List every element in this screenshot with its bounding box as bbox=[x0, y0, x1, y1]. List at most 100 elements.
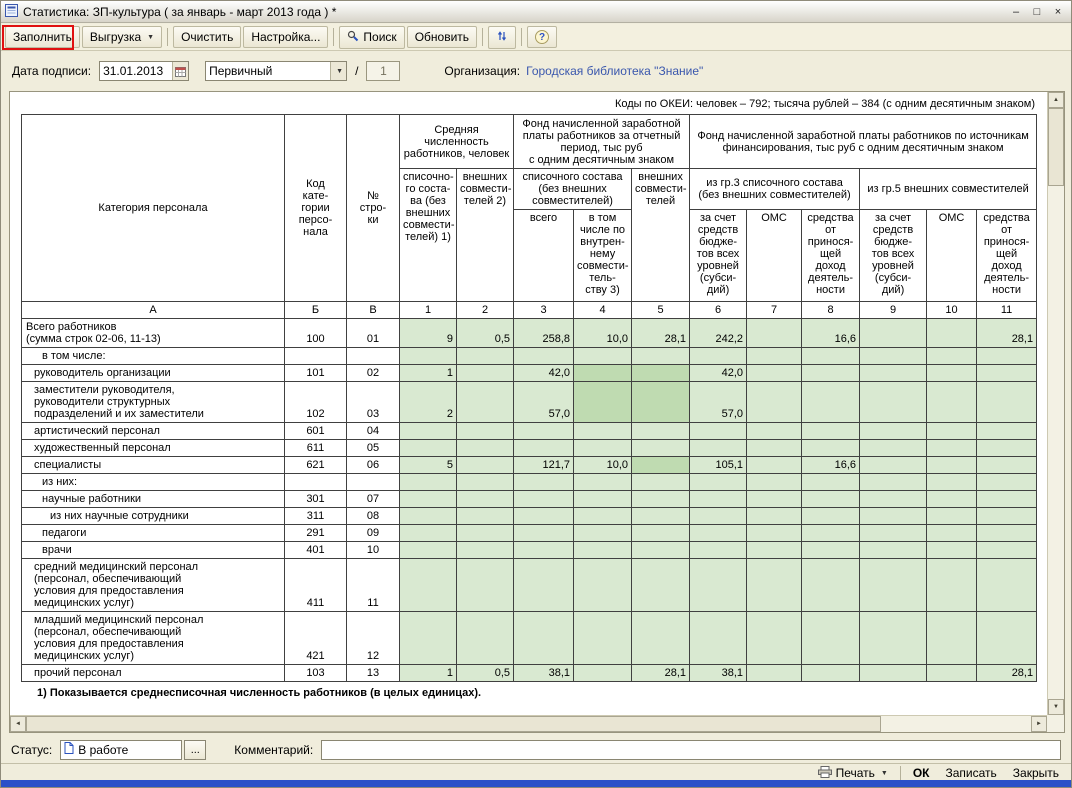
value-cell[interactable] bbox=[926, 611, 978, 665]
value-cell[interactable] bbox=[455, 524, 515, 542]
value-cell[interactable] bbox=[399, 490, 457, 508]
value-cell[interactable] bbox=[976, 611, 1038, 665]
status-more-button[interactable]: ... bbox=[184, 739, 207, 760]
code-cell[interactable] bbox=[284, 347, 347, 365]
signature-date-input[interactable]: 31.01.2013 bbox=[99, 61, 190, 81]
category-cell[interactable]: заместители руководителя, руководители с… bbox=[21, 381, 285, 423]
line-cell[interactable]: 01 bbox=[346, 318, 400, 348]
horizontal-scroll-thumb[interactable] bbox=[26, 716, 881, 732]
maximize-button[interactable]: □ bbox=[1028, 4, 1046, 20]
value-cell[interactable] bbox=[746, 318, 803, 348]
value-cell[interactable] bbox=[399, 473, 457, 491]
value-cell[interactable] bbox=[573, 490, 633, 508]
value-cell[interactable] bbox=[976, 439, 1038, 457]
value-cell[interactable]: 0,5 bbox=[455, 318, 515, 348]
value-cell[interactable] bbox=[455, 381, 515, 423]
value-cell[interactable] bbox=[513, 507, 575, 525]
ok-button[interactable]: ОК bbox=[909, 766, 934, 780]
print-button[interactable]: Печать ▼ bbox=[814, 765, 892, 781]
value-cell[interactable] bbox=[801, 611, 861, 665]
value-cell[interactable] bbox=[746, 364, 803, 382]
value-cell[interactable]: 28,1 bbox=[631, 318, 691, 348]
minimize-button[interactable]: – bbox=[1007, 4, 1025, 20]
value-cell[interactable] bbox=[455, 611, 515, 665]
value-cell[interactable] bbox=[689, 439, 748, 457]
value-cell[interactable] bbox=[746, 473, 803, 491]
value-cell[interactable]: 28,1 bbox=[976, 664, 1038, 682]
category-cell[interactable]: врачи bbox=[21, 541, 285, 559]
comment-input[interactable] bbox=[321, 739, 1061, 760]
scroll-up-icon[interactable]: ▲ bbox=[1048, 92, 1064, 108]
value-cell[interactable] bbox=[926, 439, 978, 457]
value-cell[interactable] bbox=[573, 524, 633, 542]
value-cell[interactable] bbox=[746, 381, 803, 423]
category-cell[interactable]: прочий персонал bbox=[21, 664, 285, 682]
value-cell[interactable] bbox=[689, 490, 748, 508]
value-cell[interactable] bbox=[859, 507, 928, 525]
value-cell[interactable] bbox=[513, 490, 575, 508]
value-cell[interactable] bbox=[631, 381, 691, 423]
category-cell[interactable]: художественный персонал bbox=[21, 439, 285, 457]
value-cell[interactable]: 9 bbox=[399, 318, 457, 348]
value-cell[interactable] bbox=[746, 558, 803, 612]
category-cell[interactable]: младший медицинский персонал (персонал, … bbox=[21, 611, 285, 665]
value-cell[interactable]: 258,8 bbox=[513, 318, 575, 348]
close-form-button[interactable]: Закрыть bbox=[1009, 766, 1063, 780]
value-cell[interactable] bbox=[631, 524, 691, 542]
category-cell[interactable]: научные работники bbox=[21, 490, 285, 508]
value-cell[interactable] bbox=[513, 558, 575, 612]
value-cell[interactable] bbox=[926, 456, 978, 474]
line-cell[interactable]: 08 bbox=[346, 507, 400, 525]
code-cell[interactable]: 421 bbox=[284, 611, 347, 665]
value-cell[interactable] bbox=[631, 541, 691, 559]
value-cell[interactable] bbox=[926, 664, 978, 682]
value-cell[interactable] bbox=[513, 524, 575, 542]
value-cell[interactable]: 121,7 bbox=[513, 456, 575, 474]
value-cell[interactable] bbox=[976, 456, 1038, 474]
calendar-icon[interactable] bbox=[172, 62, 189, 80]
code-cell[interactable]: 611 bbox=[284, 439, 347, 457]
chevron-down-icon[interactable]: ▼ bbox=[330, 62, 347, 80]
value-cell[interactable] bbox=[801, 524, 861, 542]
line-cell[interactable]: 04 bbox=[346, 422, 400, 440]
scroll-right-icon[interactable]: ► bbox=[1031, 716, 1047, 732]
value-cell[interactable] bbox=[859, 456, 928, 474]
value-cell[interactable]: 242,2 bbox=[689, 318, 748, 348]
value-cell[interactable] bbox=[399, 347, 457, 365]
value-cell[interactable] bbox=[455, 558, 515, 612]
value-cell[interactable] bbox=[801, 381, 861, 423]
code-cell[interactable]: 101 bbox=[284, 364, 347, 382]
value-cell[interactable] bbox=[455, 347, 515, 365]
value-cell[interactable] bbox=[746, 456, 803, 474]
value-cell[interactable] bbox=[455, 473, 515, 491]
value-cell[interactable] bbox=[859, 664, 928, 682]
scroll-left-icon[interactable]: ◄ bbox=[10, 716, 26, 732]
value-cell[interactable] bbox=[746, 422, 803, 440]
value-cell[interactable] bbox=[399, 524, 457, 542]
value-cell[interactable] bbox=[859, 611, 928, 665]
value-cell[interactable] bbox=[573, 541, 633, 559]
line-cell[interactable]: 09 bbox=[346, 524, 400, 542]
value-cell[interactable] bbox=[631, 439, 691, 457]
value-cell[interactable] bbox=[746, 664, 803, 682]
value-cell[interactable] bbox=[513, 611, 575, 665]
value-cell[interactable] bbox=[926, 347, 978, 365]
value-cell[interactable] bbox=[926, 473, 978, 491]
value-cell[interactable] bbox=[631, 456, 691, 474]
value-cell[interactable] bbox=[859, 490, 928, 508]
value-cell[interactable] bbox=[976, 524, 1038, 542]
value-cell[interactable] bbox=[573, 664, 633, 682]
value-cell[interactable] bbox=[455, 541, 515, 559]
value-cell[interactable]: 0,5 bbox=[455, 664, 515, 682]
value-cell[interactable] bbox=[455, 439, 515, 457]
value-cell[interactable] bbox=[689, 541, 748, 559]
line-cell[interactable]: 03 bbox=[346, 381, 400, 423]
category-cell[interactable]: из них: bbox=[21, 473, 285, 491]
value-cell[interactable] bbox=[976, 422, 1038, 440]
value-cell[interactable] bbox=[631, 364, 691, 382]
value-cell[interactable] bbox=[859, 439, 928, 457]
value-cell[interactable]: 57,0 bbox=[689, 381, 748, 423]
value-cell[interactable] bbox=[689, 473, 748, 491]
value-cell[interactable] bbox=[631, 473, 691, 491]
category-cell[interactable]: в том числе: bbox=[21, 347, 285, 365]
